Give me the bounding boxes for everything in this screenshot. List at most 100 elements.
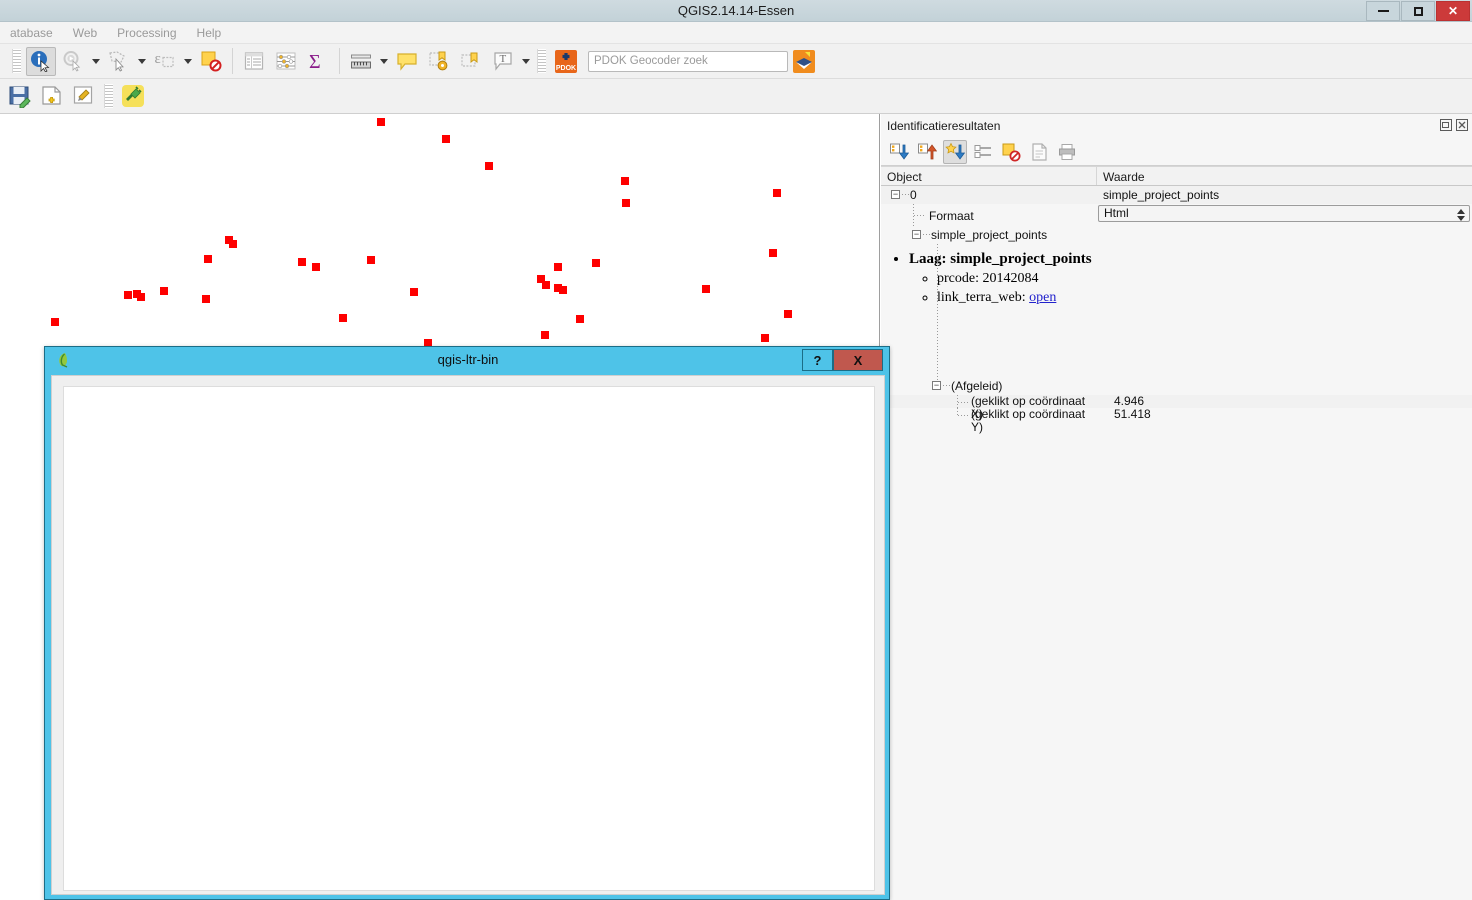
- collapse-all-button[interactable]: [915, 140, 939, 164]
- expander-icon[interactable]: −: [932, 381, 941, 390]
- map-point-marker[interactable]: [621, 177, 629, 185]
- map-point-marker[interactable]: [576, 315, 584, 323]
- menu-processing[interactable]: Processing: [107, 22, 186, 44]
- map-point-marker[interactable]: [559, 286, 567, 294]
- map-point-marker[interactable]: [442, 135, 450, 143]
- plugin-manager-button[interactable]: [118, 82, 148, 111]
- select-features-dropdown[interactable]: [135, 47, 149, 76]
- map-point-marker[interactable]: [367, 256, 375, 264]
- print-results-button[interactable]: [1055, 140, 1079, 164]
- open-attribute-table-button[interactable]: [239, 47, 269, 76]
- expander-icon[interactable]: −: [912, 230, 921, 239]
- tree-node-root[interactable]: − 0: [881, 186, 1097, 204]
- pdok-search-input[interactable]: [588, 50, 788, 72]
- map-point-marker[interactable]: [773, 189, 781, 197]
- map-point-marker[interactable]: [485, 162, 493, 170]
- minimize-button[interactable]: [1366, 1, 1400, 21]
- map-point-marker[interactable]: [202, 295, 210, 303]
- select-by-expression-dropdown[interactable]: [181, 47, 195, 76]
- copy-to-clipboard-button[interactable]: [1027, 140, 1051, 164]
- tree-node-derived-group[interactable]: − (Afgeleid): [881, 367, 1097, 395]
- select-features-button[interactable]: [104, 47, 134, 76]
- zoom-select-button[interactable]: [58, 47, 88, 76]
- select-by-expression-button[interactable]: ε: [150, 47, 180, 76]
- measure-dropdown[interactable]: [377, 47, 391, 76]
- project-toolbar: [0, 79, 1472, 114]
- panel-header-buttons: [1439, 118, 1468, 131]
- map-point-marker[interactable]: [410, 288, 418, 296]
- map-point-marker[interactable]: [204, 255, 212, 263]
- dialog-close-button[interactable]: X: [833, 349, 883, 371]
- table-row[interactable]: − 0 simple_project_points: [881, 186, 1472, 204]
- measure-line-button[interactable]: [346, 47, 376, 76]
- map-point-marker[interactable]: [312, 263, 320, 271]
- map-point-marker[interactable]: [554, 263, 562, 271]
- identify-features-button[interactable]: [26, 46, 56, 76]
- identify-panel-toolbar: [881, 138, 1472, 166]
- map-point-marker[interactable]: [124, 291, 132, 299]
- map-point-marker[interactable]: [702, 285, 710, 293]
- close-button[interactable]: ✕: [1436, 1, 1470, 21]
- table-row[interactable]: (geklikt op coördinaat X) 4.946: [881, 395, 1472, 421]
- expand-all-button[interactable]: [887, 140, 911, 164]
- text-annotation-dropdown[interactable]: [519, 47, 533, 76]
- close-panel-button[interactable]: [1455, 118, 1468, 131]
- map-point-marker[interactable]: [784, 310, 792, 318]
- menu-help[interactable]: Help: [187, 22, 232, 44]
- map-point-marker[interactable]: [137, 293, 145, 301]
- map-point-marker[interactable]: [769, 249, 777, 257]
- statistical-summary-button[interactable]: Σ: [303, 47, 333, 76]
- dialog-help-button[interactable]: ?: [802, 349, 833, 371]
- tree-node-layer[interactable]: − simple_project_points: [881, 226, 1097, 244]
- pdok-reverse-geocode-button[interactable]: [789, 47, 819, 76]
- map-point-marker[interactable]: [229, 240, 237, 248]
- edit-properties-button[interactable]: [69, 82, 99, 111]
- map-tips-button[interactable]: [392, 47, 422, 76]
- map-point-marker[interactable]: [542, 281, 550, 289]
- table-row[interactable]: − simple_project_points: [881, 226, 1472, 244]
- new-bookmark-button[interactable]: [424, 47, 454, 76]
- field-calculator-button[interactable]: [271, 47, 301, 76]
- pdok-geocoder-button[interactable]: PDOK: [551, 47, 581, 76]
- restore-icon: [1413, 6, 1423, 16]
- column-header-value[interactable]: Waarde: [1097, 167, 1472, 185]
- new-layer-button[interactable]: [37, 82, 67, 111]
- clear-results-button[interactable]: [999, 140, 1023, 164]
- save-edits-button[interactable]: [5, 82, 35, 111]
- tree-connector: [943, 385, 950, 386]
- identify-results-panel: Identificatieresultaten Object Waarde − …: [881, 114, 1472, 900]
- map-point-marker[interactable]: [377, 118, 385, 126]
- plugins-toolbar-grip[interactable]: [104, 84, 113, 108]
- table-row[interactable]: Formaat Html: [881, 204, 1472, 226]
- format-spinner[interactable]: [1454, 207, 1468, 222]
- zoom-select-dropdown[interactable]: [89, 47, 103, 76]
- expander-icon[interactable]: −: [891, 190, 900, 199]
- map-point-marker[interactable]: [298, 258, 306, 266]
- map-point-marker[interactable]: [339, 314, 347, 322]
- float-panel-button[interactable]: [1439, 118, 1452, 131]
- map-point-marker[interactable]: [761, 334, 769, 342]
- pdok-toolbar-grip[interactable]: [537, 49, 546, 73]
- menu-web[interactable]: Web: [63, 22, 107, 44]
- column-header-object[interactable]: Object: [881, 167, 1097, 185]
- restore-button[interactable]: [1401, 1, 1435, 21]
- tree-node-coord-y[interactable]: (geklikt op coördinaat Y): [881, 408, 1097, 434]
- show-bookmarks-button[interactable]: [456, 47, 486, 76]
- toolbar-grip[interactable]: [12, 49, 21, 73]
- menu-database[interactable]: atabase: [0, 22, 63, 44]
- feature-open-link[interactable]: open: [1029, 290, 1056, 305]
- tree-node-coord-y-value: 51.418: [1114, 407, 1151, 421]
- expand-new-results-button[interactable]: [943, 139, 967, 164]
- map-point-marker[interactable]: [592, 259, 600, 267]
- map-point-marker[interactable]: [51, 318, 59, 326]
- format-combobox[interactable]: Html: [1098, 205, 1470, 222]
- map-point-marker[interactable]: [160, 287, 168, 295]
- map-point-marker[interactable]: [622, 199, 630, 207]
- identify-settings-button[interactable]: [971, 140, 995, 164]
- text-annotation-button[interactable]: T: [488, 47, 518, 76]
- map-point-marker[interactable]: [541, 331, 549, 339]
- tree-node-format[interactable]: Formaat: [881, 204, 1097, 226]
- table-row[interactable]: − (Afgeleid): [881, 367, 1472, 395]
- table-row[interactable]: (geklikt op coördinaat Y) 51.418: [881, 407, 1472, 434]
- deselect-features-button[interactable]: [196, 47, 226, 76]
